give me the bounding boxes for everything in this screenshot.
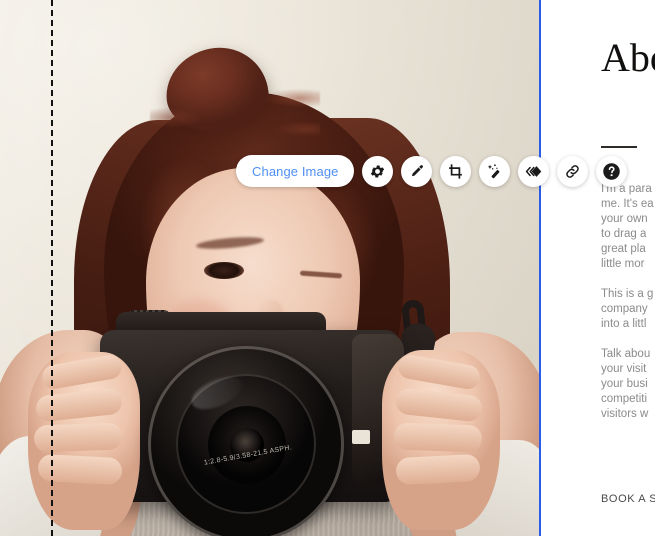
about-paragraph-2: This is a g company into a littl: [601, 288, 654, 330]
photo-image[interactable]: 1:2.8-5.9/3.58-21.5 ASPH.: [0, 0, 541, 536]
heading-divider: [601, 146, 637, 148]
pen-icon: [408, 163, 425, 180]
animation-icon: [524, 163, 543, 180]
settings-button[interactable]: [362, 155, 394, 187]
camera-side-button: [352, 430, 370, 444]
about-paragraph-3: Talk abou your visit your busi competiti…: [601, 348, 651, 420]
crop-icon: [447, 163, 464, 180]
magic-wand-icon: [486, 163, 503, 180]
about-paragraph-1: I'm a para me. It's ea your own to drag …: [601, 183, 654, 270]
book-session-link[interactable]: BOOK A S: [601, 493, 655, 505]
finger: [393, 422, 483, 453]
gear-icon: [369, 163, 386, 180]
link-button[interactable]: [557, 155, 589, 187]
finger: [37, 453, 123, 486]
image-toolbar: Change Image: [236, 155, 628, 187]
eye-open: [204, 262, 244, 279]
change-image-button[interactable]: Change Image: [236, 155, 355, 187]
finger: [33, 422, 123, 453]
crop-button[interactable]: [440, 155, 472, 187]
about-text-panel: About I'm a para me. It's ea your own to…: [543, 0, 655, 536]
page-title: About: [601, 35, 655, 80]
editor-canvas: 1:2.8-5.9/3.58-21.5 ASPH. About I'm a pa…: [0, 0, 655, 536]
effects-button[interactable]: [479, 155, 511, 187]
finger: [395, 453, 481, 486]
help-icon: [602, 162, 621, 181]
selected-image-element[interactable]: 1:2.8-5.9/3.58-21.5 ASPH.: [0, 0, 541, 536]
animation-button[interactable]: [518, 155, 550, 187]
link-icon: [564, 163, 581, 180]
help-button[interactable]: [596, 155, 628, 187]
design-button[interactable]: [401, 155, 433, 187]
